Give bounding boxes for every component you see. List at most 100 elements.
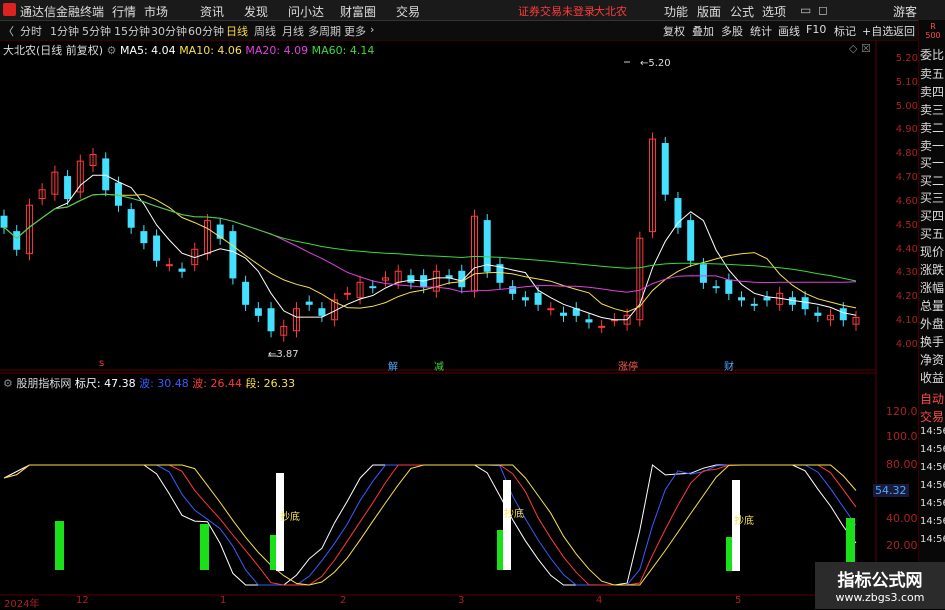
sidebar-item[interactable]: 净资 <box>920 351 945 368</box>
candle-body <box>801 297 809 310</box>
sidebar-time: 14:56 <box>920 534 945 545</box>
indicator-ruler: 标尺: 47.38 <box>74 377 136 390</box>
candle-body <box>763 297 771 301</box>
sidebar-item[interactable]: 委比 <box>920 46 945 63</box>
sidebar-item[interactable]: 涨幅 <box>920 279 945 296</box>
nav-back-icon[interactable]: 〈 <box>3 23 14 39</box>
candle-body <box>13 231 21 250</box>
tab-fenshi[interactable]: 分时 <box>20 23 42 39</box>
tab-30min[interactable]: 30分钟 <box>151 23 187 39</box>
event-tag[interactable]: 财 <box>722 358 736 373</box>
sidebar-item[interactable]: 现价 <box>920 243 945 260</box>
minimize-icon[interactable]: ▭ <box>800 3 811 17</box>
sidebar-item[interactable]: 卖四 <box>920 83 945 100</box>
sidebar-item[interactable]: 总量 <box>920 297 945 314</box>
tool-multi-stock[interactable]: 多股 <box>721 23 743 39</box>
sidebar-item[interactable]: 卖一 <box>920 137 945 154</box>
candle-body <box>318 308 326 316</box>
menu-wealth[interactable]: 财富圈 <box>340 3 376 20</box>
candle-body <box>699 264 707 283</box>
sidebar-item[interactable]: 买二 <box>920 172 945 189</box>
tab-60min[interactable]: 60分钟 <box>188 23 224 39</box>
candle-body <box>369 286 377 289</box>
tool-draw[interactable]: 画线 <box>778 23 800 39</box>
quote-sidebar: R 500 委比 卖五 卖四 卖三 卖二 卖一 买一 买二 买三 买四 买五 现价… <box>918 20 945 609</box>
tab-daily[interactable]: 日线 <box>226 23 248 39</box>
indicator-wave1: 波: 30.48 <box>139 377 189 390</box>
menu-bar: 通达信金融终端 行情 市场 资讯 发现 问小达 财富圈 交易 证券交易未登录 大… <box>0 0 945 21</box>
candle-body <box>216 224 224 239</box>
bottom-marker: 抄底 <box>280 512 300 523</box>
sidebar-item[interactable]: 卖三 <box>920 101 945 118</box>
indicator-wave2: 波: 26.44 <box>192 377 242 390</box>
sidebar-item[interactable]: 买四 <box>920 207 945 224</box>
tool-stats[interactable]: 统计 <box>750 23 772 39</box>
candle-body <box>814 312 822 316</box>
sidebar-time: 14:56 <box>920 462 945 473</box>
tool-add-watch[interactable]: +自选 <box>862 23 893 39</box>
candles <box>0 132 860 342</box>
tool-fuquan[interactable]: 复权 <box>663 23 685 39</box>
sidebar-time: 14:56 <box>920 444 945 455</box>
sidebar-item[interactable]: 收益 <box>920 369 945 386</box>
menu-options[interactable]: 选项 <box>762 3 786 20</box>
menu-formula[interactable]: 公式 <box>730 3 754 20</box>
candle-body <box>229 231 237 279</box>
candle-body <box>585 319 593 323</box>
event-tag[interactable]: 减 <box>432 358 446 373</box>
sidebar-item[interactable]: 卖二 <box>920 119 945 136</box>
candle-body <box>712 286 720 289</box>
event-tag[interactable]: 解 <box>386 358 400 373</box>
tool-mark[interactable]: 标记 <box>834 23 856 39</box>
gear-icon[interactable]: ⚙ <box>3 377 13 390</box>
guest-label[interactable]: 游客 <box>893 3 917 20</box>
sidebar-auto[interactable]: 自动 <box>920 390 945 407</box>
tab-5min[interactable]: 5分钟 <box>82 23 111 39</box>
sidebar-item[interactable]: 买五 <box>920 225 945 242</box>
menu-ask[interactable]: 问小达 <box>288 3 324 20</box>
candle-body <box>521 297 529 301</box>
tab-1min[interactable]: 1分钟 <box>50 23 79 39</box>
menu-news[interactable]: 资讯 <box>200 3 224 20</box>
candle-body <box>102 158 110 191</box>
sidebar-trade[interactable]: 交易 <box>920 408 945 425</box>
tab-monthly[interactable]: 月线 <box>282 23 304 39</box>
menu-market[interactable]: 行情 <box>112 3 136 20</box>
candle-body <box>839 308 847 321</box>
ma-line <box>3 193 857 293</box>
sidebar-item[interactable]: 买一 <box>920 154 945 171</box>
candle-body <box>598 325 606 328</box>
tab-15min[interactable]: 15分钟 <box>114 23 150 39</box>
period-toolbar: 〈 分时 1分钟 5分钟 15分钟 30分钟 60分钟 日线 周线 月线 多周期… <box>0 21 945 41</box>
tool-overlay[interactable]: 叠加 <box>692 23 714 39</box>
event-tag[interactable]: 涨停 <box>616 358 640 373</box>
login-status[interactable]: 证券交易未登录 <box>518 3 595 19</box>
tab-more[interactable]: 更多 <box>344 23 366 39</box>
sidebar-item[interactable]: 买三 <box>920 189 945 206</box>
tool-f10[interactable]: F10 <box>806 23 826 36</box>
candle-body <box>64 176 72 200</box>
chevron-right-icon[interactable]: › <box>370 23 374 36</box>
tab-weekly[interactable]: 周线 <box>254 23 276 39</box>
tab-multi-period[interactable]: 多周期 <box>308 23 341 39</box>
sidebar-item[interactable]: 卖五 <box>920 65 945 82</box>
signal-bar <box>503 480 511 570</box>
chart-canvas[interactable] <box>0 40 918 609</box>
sidebar-item[interactable]: 涨跌 <box>920 261 945 278</box>
high-annotation: ←5.20 <box>640 58 671 69</box>
bottom-marker: 抄底 <box>504 509 524 520</box>
menu-layout[interactable]: 版面 <box>697 3 721 20</box>
window-icon[interactable]: ◻ <box>818 3 828 17</box>
menu-trade[interactable]: 交易 <box>396 3 420 20</box>
app-title: 通达信金融终端 <box>20 5 105 19</box>
sidebar-r500: R 500 <box>925 22 941 40</box>
stock-short-name: 大北农 <box>594 5 627 18</box>
candle-body <box>114 182 122 206</box>
candle-body <box>267 308 275 332</box>
sidebar-item[interactable]: 换手 <box>920 333 945 350</box>
menu-function[interactable]: 功能 <box>664 3 688 20</box>
tool-return[interactable]: 返回 <box>893 23 915 39</box>
sidebar-item[interactable]: 外盘 <box>920 315 945 332</box>
menu-discover[interactable]: 发现 <box>244 3 268 20</box>
menu-market-center[interactable]: 市场 <box>144 3 168 20</box>
